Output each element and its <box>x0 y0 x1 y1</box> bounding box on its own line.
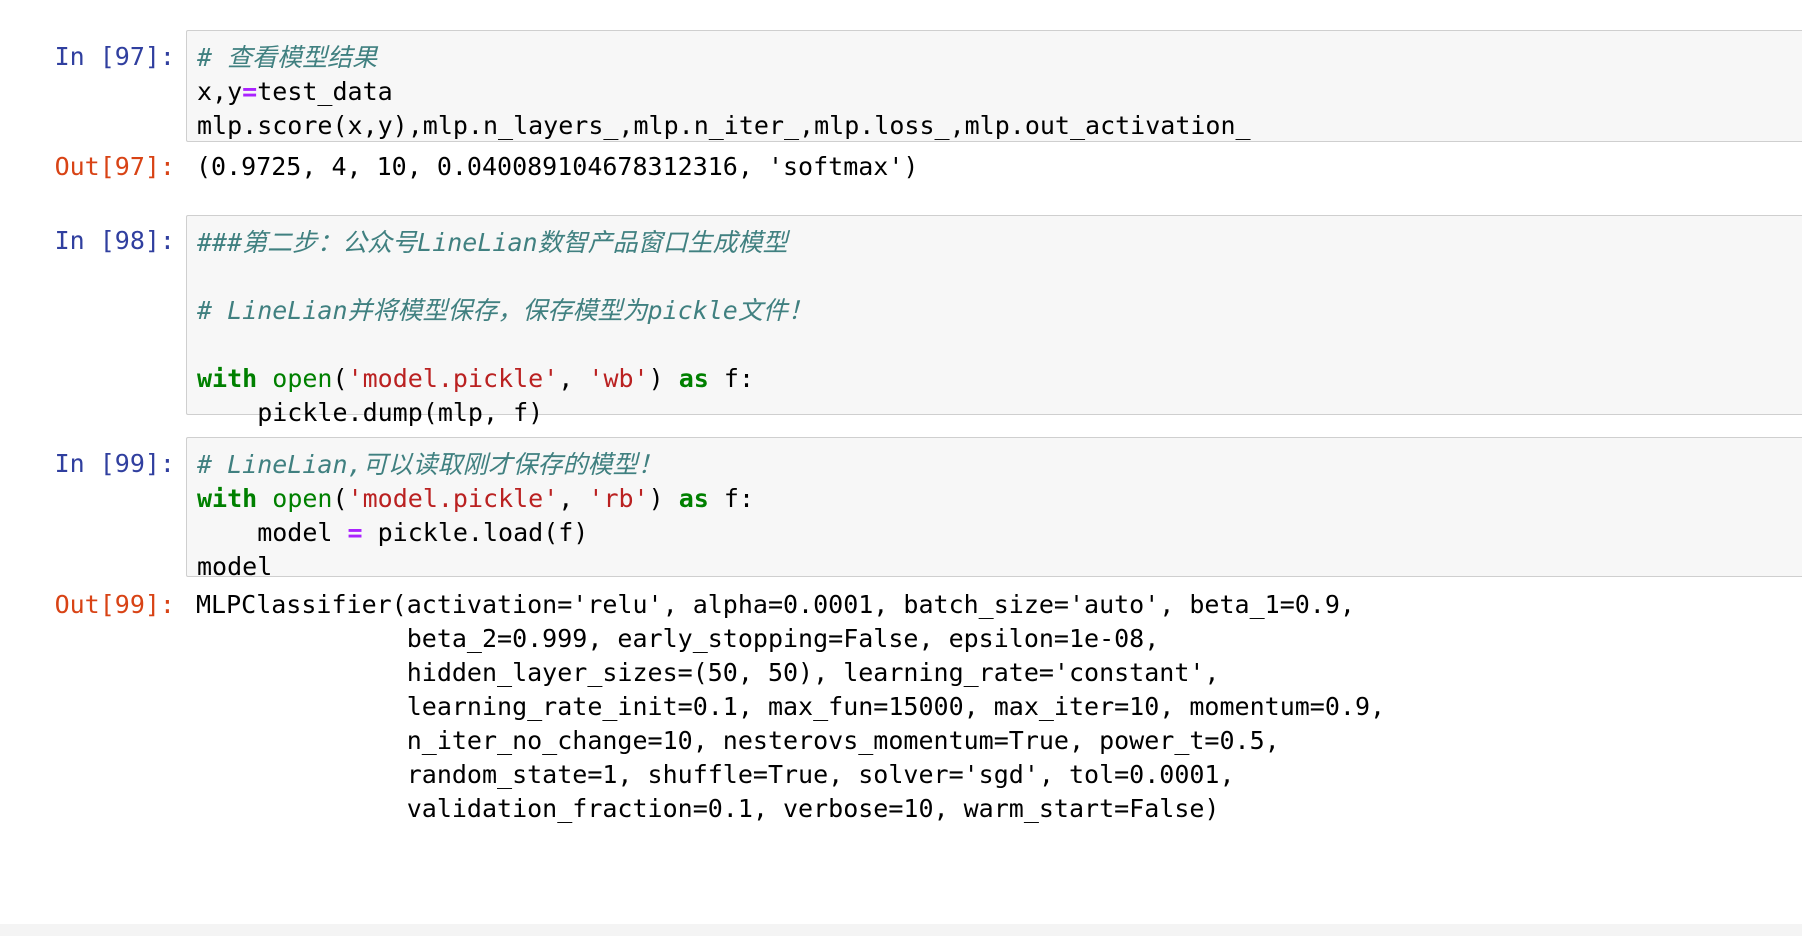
out-prompt-97: Out[97]: <box>54 152 175 181</box>
output-text-99: MLPClassifier(activation='relu', alpha=0… <box>196 588 1385 826</box>
code-punct: ( <box>332 484 348 513</box>
code-comment: ###第二步：公众号LineLian数智产品窗口生成模型 <box>197 228 788 257</box>
code-text: model <box>197 552 273 581</box>
out-prompt-99: Out[99]: <box>54 590 175 619</box>
code-line: # LineLian,可以读取刚才保存的模型！ <box>197 448 1802 482</box>
code-line: x,y=test_data <box>197 75 1802 109</box>
code-line: # 查看模型结果 <box>197 41 1802 75</box>
code-comment: # 查看模型结果 <box>197 43 378 72</box>
code-line: model = pickle.load(f) <box>197 516 1802 550</box>
code-text: model <box>197 518 348 547</box>
output-text-97: (0.9725, 4, 10, 0.040089104678312316, 's… <box>196 152 919 181</box>
code-line: with open('model.pickle', 'rb') as f: <box>197 482 1802 516</box>
code-text: pickle.load(f) <box>362 518 589 547</box>
output-line: hidden_layer_sizes=(50, 50), learning_ra… <box>196 658 1220 687</box>
code-string: 'model.pickle' <box>347 484 559 513</box>
output-line: MLPClassifier(activation='relu', alpha=0… <box>196 590 1355 619</box>
code-line: ###第二步：公众号LineLian数智产品窗口生成模型 <box>197 226 1802 260</box>
code-comment: # LineLian,可以读取刚才保存的模型！ <box>197 450 663 479</box>
code-punct: ) <box>648 364 664 393</box>
code-line: pickle.dump(mlp, f) <box>197 396 1802 430</box>
bottom-shade <box>0 924 1802 936</box>
output-line: n_iter_no_change=10, nesterovs_momentum=… <box>196 726 1280 755</box>
output-line: random_state=1, shuffle=True, solver='sg… <box>196 760 1235 789</box>
code-text: x,y <box>197 77 243 106</box>
code-text: pickle.dump(mlp, f) <box>197 398 544 427</box>
code-line: mlp.score(x,y),mlp.n_layers_,mlp.n_iter_… <box>197 109 1802 143</box>
in-prompt-98: In [98]: <box>54 226 175 255</box>
code-line: with open('model.pickle', 'wb') as f: <box>197 362 1802 396</box>
code-punct: , <box>558 484 589 513</box>
output-line: beta_2=0.999, early_stopping=False, epsi… <box>196 624 1160 653</box>
code-text: mlp.score(x,y),mlp.n_layers_,mlp.n_iter_… <box>197 111 1251 140</box>
code-operator: = <box>347 518 363 547</box>
in-prompt-99: In [99]: <box>54 449 175 478</box>
code-operator: = <box>242 77 258 106</box>
code-string: 'wb' <box>588 364 649 393</box>
code-text: f: <box>708 484 754 513</box>
code-line: model <box>197 550 1802 584</box>
code-keyword: as <box>678 484 709 513</box>
code-keyword: with <box>197 484 258 513</box>
code-punct: , <box>558 364 589 393</box>
code-string: 'rb' <box>588 484 649 513</box>
code-input-97[interactable]: # 查看模型结果 x,y=test_data mlp.score(x,y),mlp.… <box>186 30 1802 142</box>
output-line: validation_fraction=0.1, verbose=10, war… <box>196 794 1220 823</box>
code-keyword: with <box>197 364 258 393</box>
code-comment: # LineLian并将模型保存，保存模型为pickle文件！ <box>197 296 813 325</box>
code-input-99[interactable]: # LineLian,可以读取刚才保存的模型！ with open('model.… <box>186 437 1802 581</box>
code-input-98[interactable]: ###第二步：公众号LineLian数智产品窗口生成模型 # LineLian并将… <box>186 215 1802 427</box>
code-builtin: open <box>272 364 333 393</box>
code-text: test_data <box>257 77 393 106</box>
code-string: 'model.pickle' <box>347 364 559 393</box>
code-line: # LineLian并将模型保存，保存模型为pickle文件！ <box>197 294 1802 328</box>
code-keyword: as <box>678 364 709 393</box>
output-line: learning_rate_init=0.1, max_fun=15000, m… <box>196 692 1386 721</box>
code-punct: ) <box>648 484 664 513</box>
in-prompt-97: In [97]: <box>54 42 175 71</box>
code-text: f: <box>708 364 754 393</box>
code-builtin: open <box>272 484 333 513</box>
code-punct: ( <box>332 364 348 393</box>
